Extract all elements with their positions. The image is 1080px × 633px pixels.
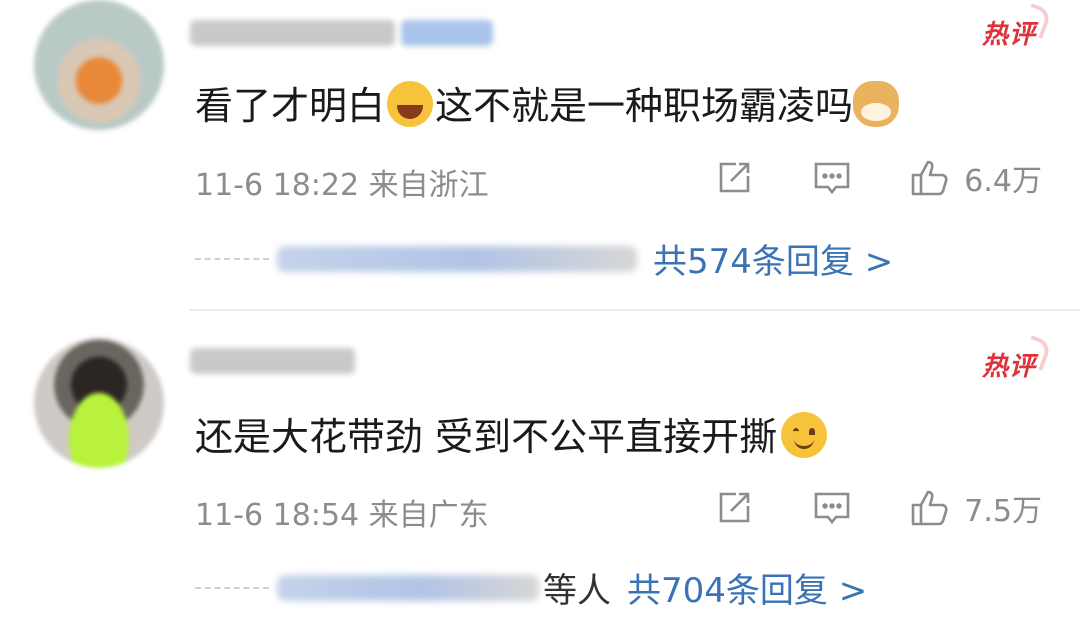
blurred-replier-names <box>277 574 539 601</box>
view-replies-link[interactable]: 共704条回复 > <box>627 571 867 611</box>
like-count: 7.5万 <box>964 494 1042 529</box>
repliers-suffix: 等人 <box>543 571 611 611</box>
reply-dashes <box>195 586 269 589</box>
comment-actions: 7.5万 <box>714 486 1042 530</box>
smile-emoji-icon <box>781 412 828 458</box>
hot-comment-badge: 热评 <box>982 346 1036 383</box>
like-icon[interactable] <box>910 488 950 528</box>
comment-icon[interactable] <box>812 488 852 528</box>
avatar[interactable] <box>34 338 164 468</box>
comment-text: 还是大花带劲 受到不公平直接开撕 <box>195 406 828 461</box>
comment-location: 来自广东 <box>368 498 489 533</box>
comment-2: 热评 还是大花带劲 受到不公平直接开撕 11-6 18:54 来自广东 7.5万… <box>0 0 1080 633</box>
comment-time: 11-6 18:54 <box>195 498 360 533</box>
comment-meta: 11-6 18:54 来自广东 <box>195 490 489 534</box>
reply-summary[interactable]: 等人 共704条回复 > <box>195 563 867 611</box>
share-icon[interactable] <box>714 488 754 528</box>
comment-text-part: 还是大花带劲 受到不公平直接开撕 <box>195 415 778 459</box>
username-blurred[interactable] <box>190 344 355 378</box>
blurred-name <box>190 348 355 374</box>
